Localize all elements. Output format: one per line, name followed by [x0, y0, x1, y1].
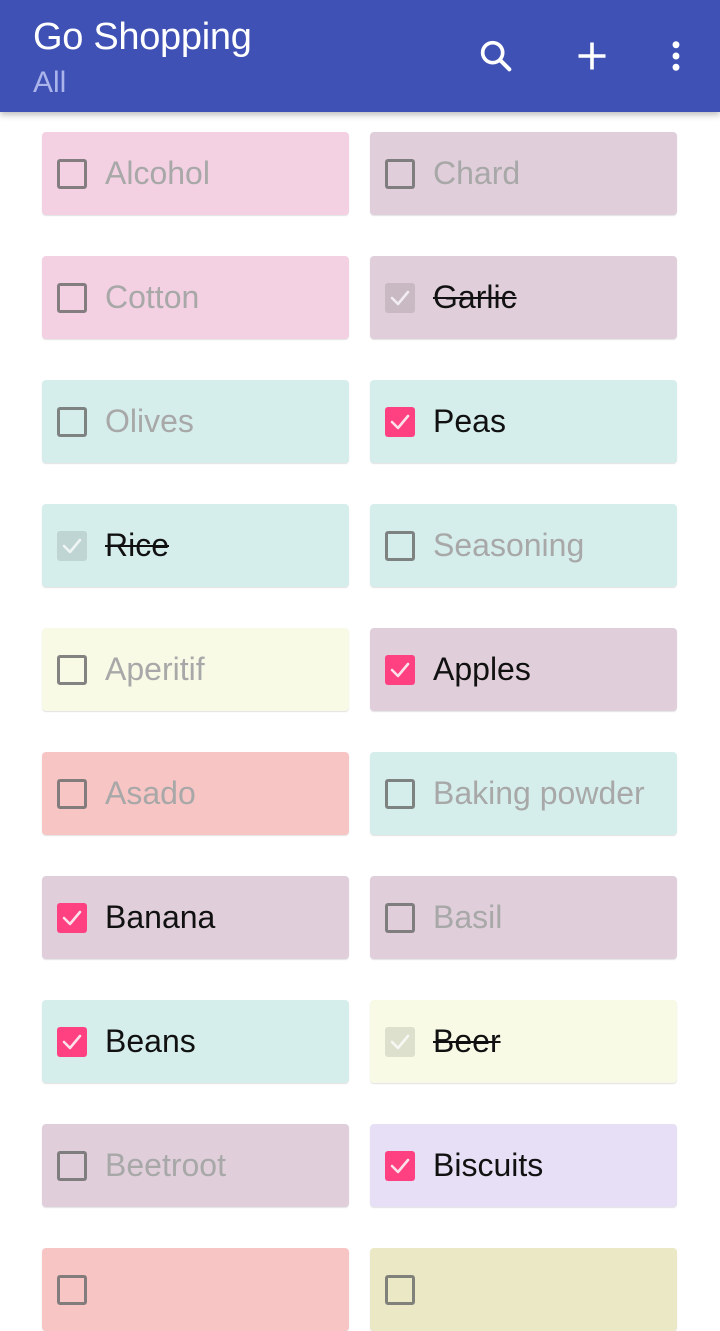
search-button[interactable] — [468, 28, 524, 84]
shopping-item[interactable]: Garlic — [370, 256, 677, 339]
item-label: Rice — [105, 527, 170, 563]
item-checkbox[interactable] — [57, 902, 87, 933]
item-label: Beetroot — [105, 1147, 226, 1183]
check-icon — [390, 1158, 410, 1173]
item-checkbox[interactable] — [57, 1274, 87, 1305]
more-options-button[interactable] — [648, 28, 704, 84]
shopping-item[interactable]: Biscuits — [370, 1124, 677, 1207]
search-icon — [480, 40, 512, 72]
shopping-item[interactable]: Basil — [370, 876, 677, 959]
item-checkbox[interactable] — [57, 1026, 87, 1057]
item-label: Garlic — [433, 279, 517, 315]
item-checkbox[interactable] — [385, 902, 415, 933]
item-label: Cotton — [105, 279, 200, 315]
shopping-item[interactable]: Beans — [42, 1000, 349, 1083]
check-icon — [390, 290, 410, 305]
item-label: Alcohol — [105, 155, 210, 191]
item-checkbox[interactable] — [385, 1150, 415, 1181]
shopping-item[interactable] — [42, 1248, 349, 1331]
item-label: Beans — [105, 1023, 196, 1059]
item-checkbox[interactable] — [385, 1026, 415, 1057]
check-icon — [390, 1034, 410, 1049]
item-label: Olives — [105, 403, 194, 439]
check-icon — [62, 910, 82, 925]
item-label: Peas — [433, 403, 506, 439]
item-label: Chard — [433, 155, 521, 191]
add-item-button[interactable] — [564, 28, 620, 84]
check-icon — [390, 414, 410, 429]
shopping-item[interactable]: Chard — [370, 132, 677, 215]
shopping-item[interactable]: Cotton — [42, 256, 349, 339]
shopping-item[interactable]: Baking powder — [370, 752, 677, 835]
shopping-item[interactable]: Beetroot — [42, 1124, 349, 1207]
item-checkbox[interactable] — [385, 778, 415, 809]
item-checkbox[interactable] — [57, 530, 87, 561]
shopping-item[interactable]: Aperitif — [42, 628, 349, 711]
app-bar: Go Shopping All — [0, 0, 720, 112]
item-checkbox[interactable] — [385, 530, 415, 561]
check-icon — [62, 538, 82, 553]
add-icon — [578, 42, 606, 70]
item-checkbox[interactable] — [385, 406, 415, 437]
item-label: Asado — [105, 775, 196, 811]
shopping-item[interactable]: Seasoning — [370, 504, 677, 587]
item-checkbox[interactable] — [57, 406, 87, 437]
item-checkbox[interactable] — [385, 1274, 415, 1305]
item-checkbox[interactable] — [57, 778, 87, 809]
shopping-item[interactable] — [370, 1248, 677, 1331]
item-checkbox[interactable] — [57, 654, 87, 685]
item-checkbox[interactable] — [57, 1150, 87, 1181]
check-icon — [390, 662, 410, 677]
item-label: Beer — [433, 1023, 501, 1059]
item-checkbox[interactable] — [57, 282, 87, 313]
shopping-item[interactable]: Asado — [42, 752, 349, 835]
shopping-item[interactable]: Alcohol — [42, 132, 349, 215]
item-label: Biscuits — [433, 1147, 544, 1183]
item-label: Apples — [433, 651, 531, 687]
item-checkbox[interactable] — [385, 654, 415, 685]
shopping-item[interactable]: Banana — [42, 876, 349, 959]
item-label: Aperitif — [105, 651, 205, 687]
item-label: Baking powder — [433, 775, 645, 811]
more-vert-icon — [672, 41, 680, 71]
item-label: Seasoning — [433, 527, 585, 563]
item-checkbox[interactable] — [385, 158, 415, 189]
shopping-item[interactable]: Rice — [42, 504, 349, 587]
item-checkbox[interactable] — [57, 158, 87, 189]
shopping-item[interactable]: Peas — [370, 380, 677, 463]
item-checkbox[interactable] — [385, 282, 415, 313]
shopping-item[interactable]: Beer — [370, 1000, 677, 1083]
app-title: Go Shopping — [33, 16, 252, 58]
shopping-item[interactable]: Apples — [370, 628, 677, 711]
item-label: Banana — [105, 899, 216, 935]
list-filter-subtitle[interactable]: All — [33, 66, 66, 100]
shopping-item[interactable]: Olives — [42, 380, 349, 463]
check-icon — [62, 1034, 82, 1049]
item-label: Basil — [433, 899, 503, 935]
